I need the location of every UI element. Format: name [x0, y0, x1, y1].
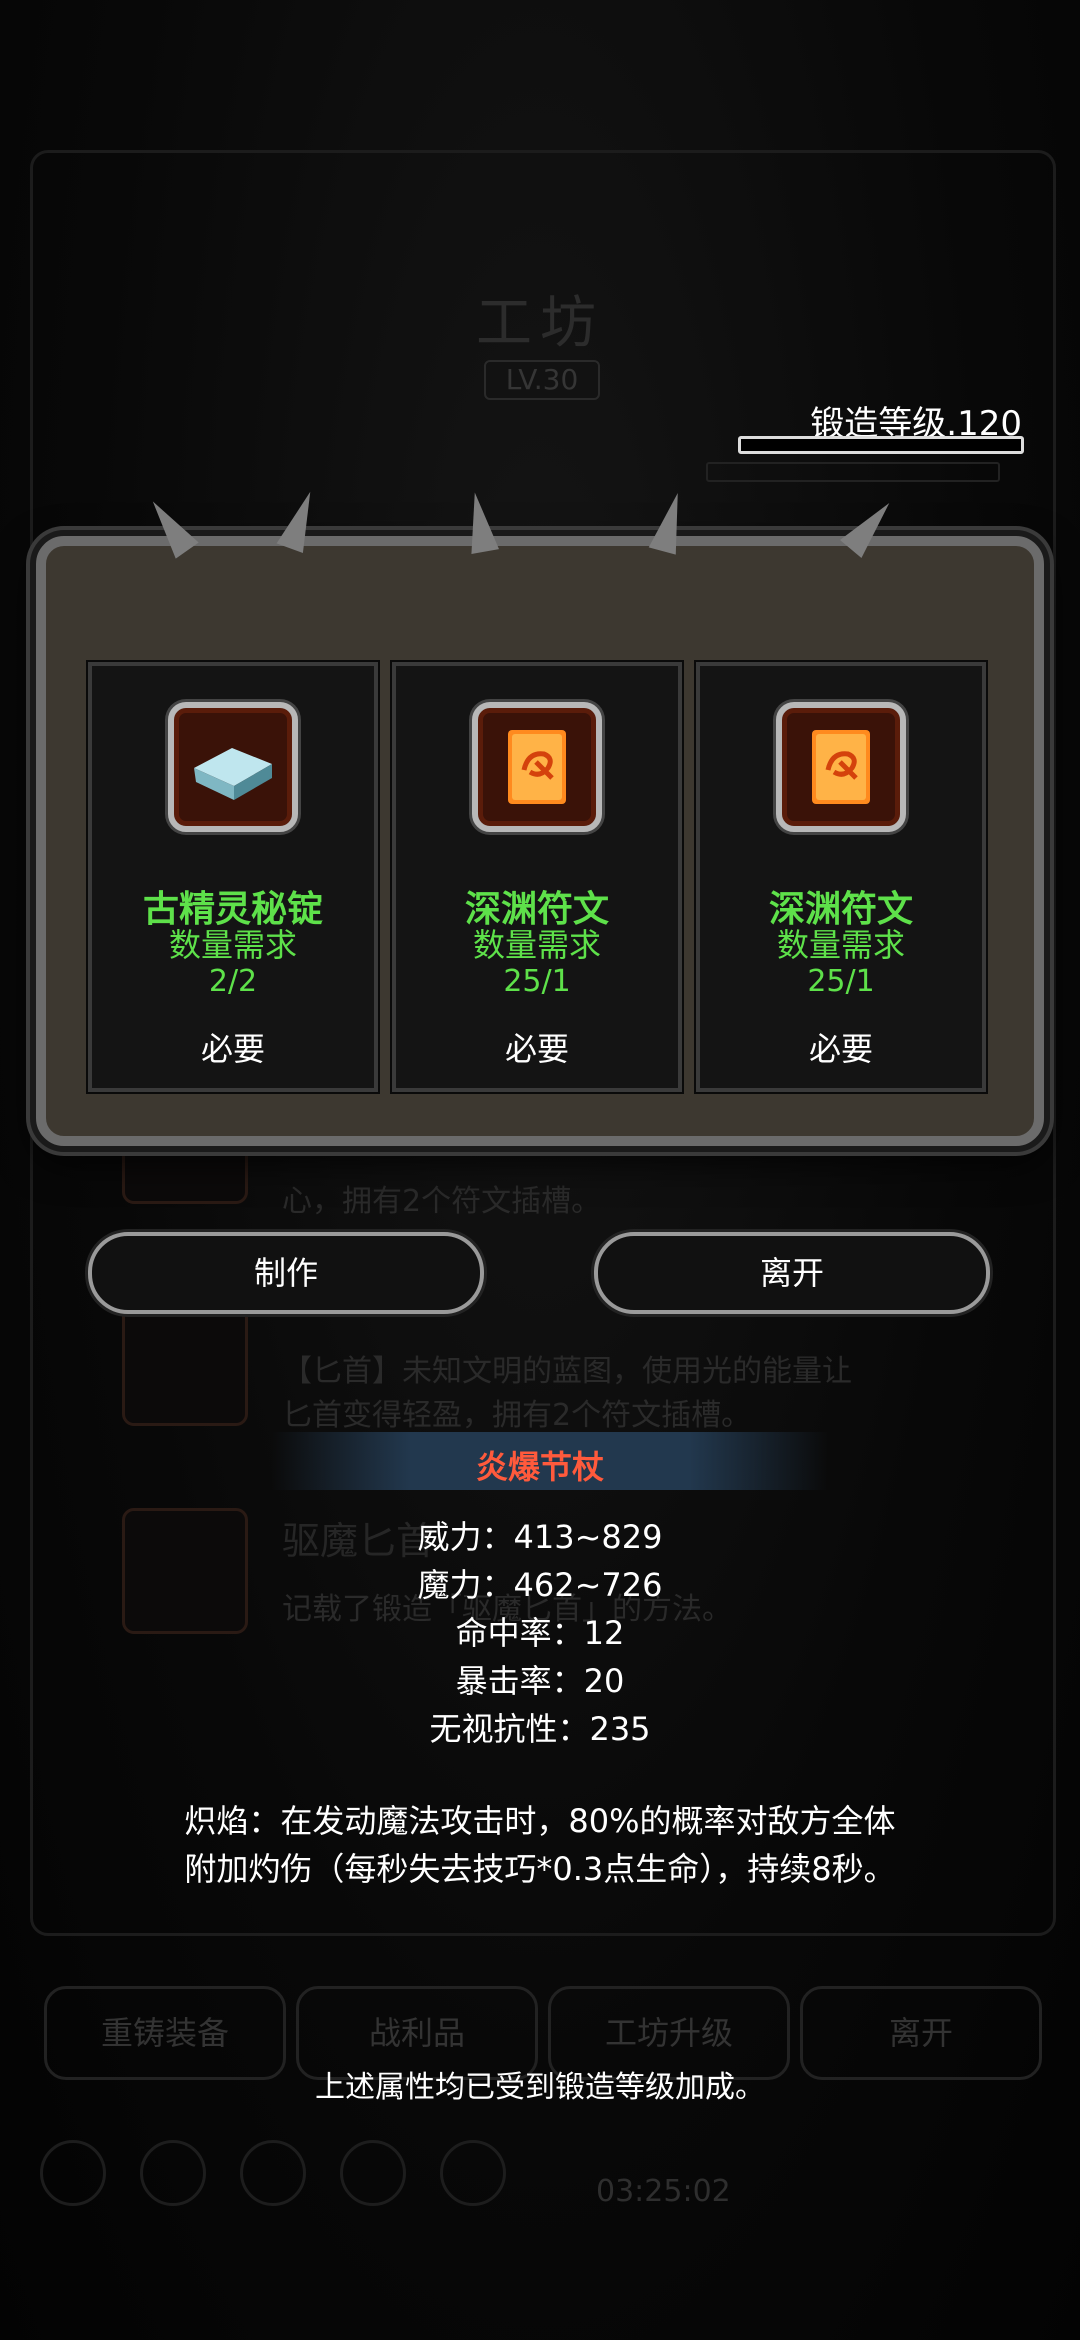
- material-requirement-label: 数量需求: [472, 926, 601, 964]
- nav-icon: [40, 2140, 106, 2206]
- material-status: 必要: [808, 1030, 873, 1068]
- rune-scroll-icon: [776, 702, 906, 832]
- recipe-description: 心，拥有2个符文插槽。: [282, 1184, 602, 1219]
- material-status: 必要: [200, 1030, 265, 1068]
- material-status: 必要: [504, 1030, 569, 1068]
- timer-text: 03:25:02: [596, 2174, 731, 2209]
- nav-icon: [340, 2140, 406, 2206]
- craft-button[interactable]: 制作: [88, 1232, 484, 1314]
- leave-button[interactable]: 离开: [594, 1232, 990, 1314]
- item-stat: 无视抗性：235: [429, 1710, 651, 1748]
- nav-icon: [240, 2140, 306, 2206]
- workshop-title: 工坊: [476, 291, 604, 356]
- material-requirement-label: 数量需求: [776, 926, 905, 964]
- forge-level-bar: [738, 436, 1024, 454]
- material-count: 2/2: [208, 964, 258, 999]
- material-card: 深渊符文 数量需求 25/1 必要: [390, 660, 684, 1094]
- recipe-slot: [122, 1300, 248, 1426]
- item-name: 炎爆节杖: [475, 1448, 604, 1486]
- silver-ingot-icon: [168, 702, 298, 832]
- bonus-footnote: 上述属性均已受到锻造等级加成。: [315, 2070, 765, 2105]
- item-stat: 魔力：462~726: [417, 1566, 663, 1604]
- item-effect-line: 炽焰：在发动魔法攻击时，80%的概率对敌方全体: [184, 1802, 896, 1840]
- recipe-description: 匕首变得轻盈，拥有2个符文插槽。: [282, 1398, 752, 1433]
- material-card: 深渊符文 数量需求 25/1 必要: [694, 660, 988, 1094]
- workshop-level-badge: LV.30: [484, 360, 600, 400]
- material-card: 古精灵秘锭 数量需求 2/2 必要: [86, 660, 380, 1094]
- item-stat: 暴击率：20: [455, 1662, 625, 1700]
- recipe-description: 【匕首】未知文明的蓝图，使用光的能量让: [282, 1354, 852, 1389]
- material-requirement-label: 数量需求: [168, 926, 297, 964]
- secondary-bar: [706, 462, 1000, 482]
- item-effect-line: 附加灼伤（每秒失去技巧*0.3点生命），持续8秒。: [184, 1850, 896, 1888]
- material-count: 25/1: [503, 964, 571, 999]
- item-stat: 命中率：12: [455, 1614, 625, 1652]
- item-stat: 威力：413~829: [417, 1518, 663, 1556]
- nav-icon: [440, 2140, 506, 2206]
- rune-scroll-icon: [472, 702, 602, 832]
- nav-icon: [140, 2140, 206, 2206]
- material-count: 25/1: [807, 964, 875, 999]
- materials-dialog: 古精灵秘锭 数量需求 2/2 必要 深渊符文 数量需求 25/1 必要 深渊符文…: [36, 487, 1044, 1146]
